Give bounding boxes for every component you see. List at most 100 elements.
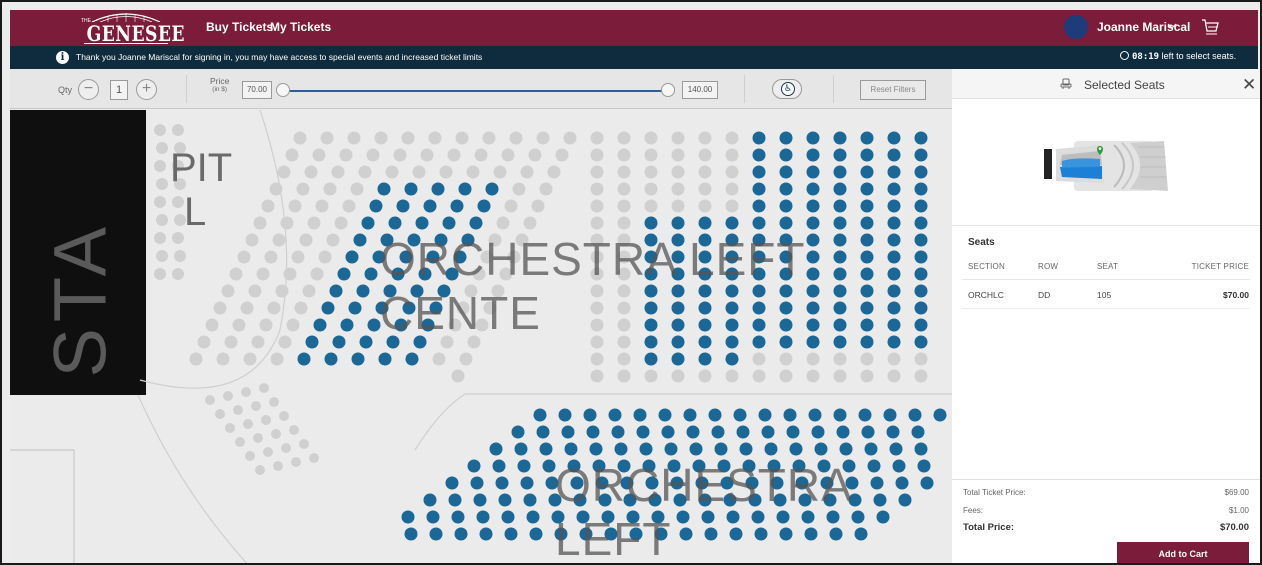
price-slider-track[interactable] [284, 90, 668, 92]
available-seat[interactable] [914, 148, 928, 162]
available-seat[interactable] [671, 216, 685, 230]
available-seat[interactable] [711, 425, 725, 439]
available-seat[interactable] [614, 442, 628, 456]
available-seat[interactable] [833, 216, 847, 230]
available-seat[interactable] [589, 442, 603, 456]
available-seat[interactable] [523, 493, 537, 507]
available-seat[interactable] [479, 527, 493, 541]
available-seat[interactable] [836, 425, 850, 439]
available-seat[interactable] [658, 408, 672, 422]
available-seat[interactable] [911, 425, 925, 439]
cart-icon[interactable] [1200, 16, 1220, 38]
available-seat[interactable] [324, 352, 338, 366]
available-seat[interactable] [526, 510, 540, 524]
available-seat[interactable] [714, 442, 728, 456]
avatar[interactable] [1064, 15, 1088, 39]
available-seat[interactable] [561, 425, 575, 439]
price-min-input[interactable]: 70.00 [242, 81, 272, 99]
qty-input[interactable]: 1 [110, 80, 128, 100]
available-seat[interactable] [520, 476, 534, 490]
genesee-logo[interactable]: THE GENESEE [78, 12, 184, 46]
available-seat[interactable] [833, 165, 847, 179]
available-seat[interactable] [485, 182, 499, 196]
available-seat[interactable] [789, 442, 803, 456]
available-seat[interactable] [583, 408, 597, 422]
available-seat[interactable] [861, 425, 875, 439]
available-seat[interactable] [686, 425, 700, 439]
available-seat[interactable] [708, 408, 722, 422]
available-seat[interactable] [415, 216, 429, 230]
add-to-cart-button[interactable]: Add to Cart [1117, 542, 1249, 563]
available-seat[interactable] [889, 442, 903, 456]
available-seat[interactable] [450, 199, 464, 213]
available-seat[interactable] [725, 216, 739, 230]
available-seat[interactable] [458, 182, 472, 196]
available-seat[interactable] [539, 442, 553, 456]
available-seat[interactable] [858, 408, 872, 422]
price-slider-max-handle[interactable] [661, 83, 675, 97]
available-seat[interactable] [329, 284, 343, 298]
available-seat[interactable] [542, 459, 556, 473]
available-seat[interactable] [451, 510, 465, 524]
available-seat[interactable] [914, 199, 928, 213]
available-seat[interactable] [404, 527, 418, 541]
available-seat[interactable] [779, 131, 793, 145]
available-seat[interactable] [636, 425, 650, 439]
available-seat[interactable] [860, 165, 874, 179]
reset-filters-button[interactable]: Reset Filters [860, 80, 926, 100]
nav-my-tickets[interactable]: My Tickets [270, 20, 331, 34]
available-seat[interactable] [504, 527, 518, 541]
price-max-input[interactable]: 140.00 [682, 81, 718, 99]
available-seat[interactable] [806, 216, 820, 230]
available-seat[interactable] [431, 182, 445, 196]
available-seat[interactable] [364, 267, 378, 281]
available-seat[interactable] [806, 131, 820, 145]
available-seat[interactable] [725, 352, 739, 366]
available-seat[interactable] [467, 459, 481, 473]
available-seat[interactable] [806, 182, 820, 196]
available-seat[interactable] [814, 442, 828, 456]
available-seat[interactable] [933, 408, 947, 422]
available-seat[interactable] [806, 148, 820, 162]
available-seat[interactable] [445, 476, 459, 490]
available-seat[interactable] [887, 182, 901, 196]
qty-decrease-button[interactable]: − [78, 79, 99, 100]
available-seat[interactable] [887, 216, 901, 230]
available-seat[interactable] [887, 131, 901, 145]
available-seat[interactable] [860, 148, 874, 162]
available-seat[interactable] [564, 442, 578, 456]
available-seat[interactable] [833, 408, 847, 422]
available-seat[interactable] [886, 425, 900, 439]
seat-map[interactable]: STA PIT L ORCHESTRA LEFT CENTE ORCHESTRA… [10, 110, 952, 563]
available-seat[interactable] [786, 425, 800, 439]
available-seat[interactable] [340, 318, 354, 332]
available-seat[interactable] [644, 352, 658, 366]
available-seat[interactable] [833, 199, 847, 213]
available-seat[interactable] [608, 408, 622, 422]
available-seat[interactable] [351, 352, 365, 366]
available-seat[interactable] [345, 250, 359, 264]
available-seat[interactable] [833, 131, 847, 145]
available-seat[interactable] [783, 408, 797, 422]
available-seat[interactable] [664, 442, 678, 456]
available-seat[interactable] [779, 182, 793, 196]
available-seat[interactable] [908, 408, 922, 422]
available-seat[interactable] [426, 510, 440, 524]
available-seat[interactable] [332, 335, 346, 349]
available-seat[interactable] [698, 216, 712, 230]
available-seat[interactable] [914, 216, 928, 230]
available-seat[interactable] [839, 442, 853, 456]
available-seat[interactable] [914, 182, 928, 196]
available-seat[interactable] [378, 352, 392, 366]
available-seat[interactable] [517, 459, 531, 473]
available-seat[interactable] [473, 493, 487, 507]
available-seat[interactable] [611, 425, 625, 439]
available-seat[interactable] [536, 425, 550, 439]
available-seat[interactable] [914, 442, 928, 456]
available-seat[interactable] [558, 408, 572, 422]
available-seat[interactable] [914, 165, 928, 179]
available-seat[interactable] [752, 216, 766, 230]
available-seat[interactable] [396, 199, 410, 213]
qty-increase-button[interactable]: + [136, 79, 157, 100]
available-seat[interactable] [477, 199, 491, 213]
